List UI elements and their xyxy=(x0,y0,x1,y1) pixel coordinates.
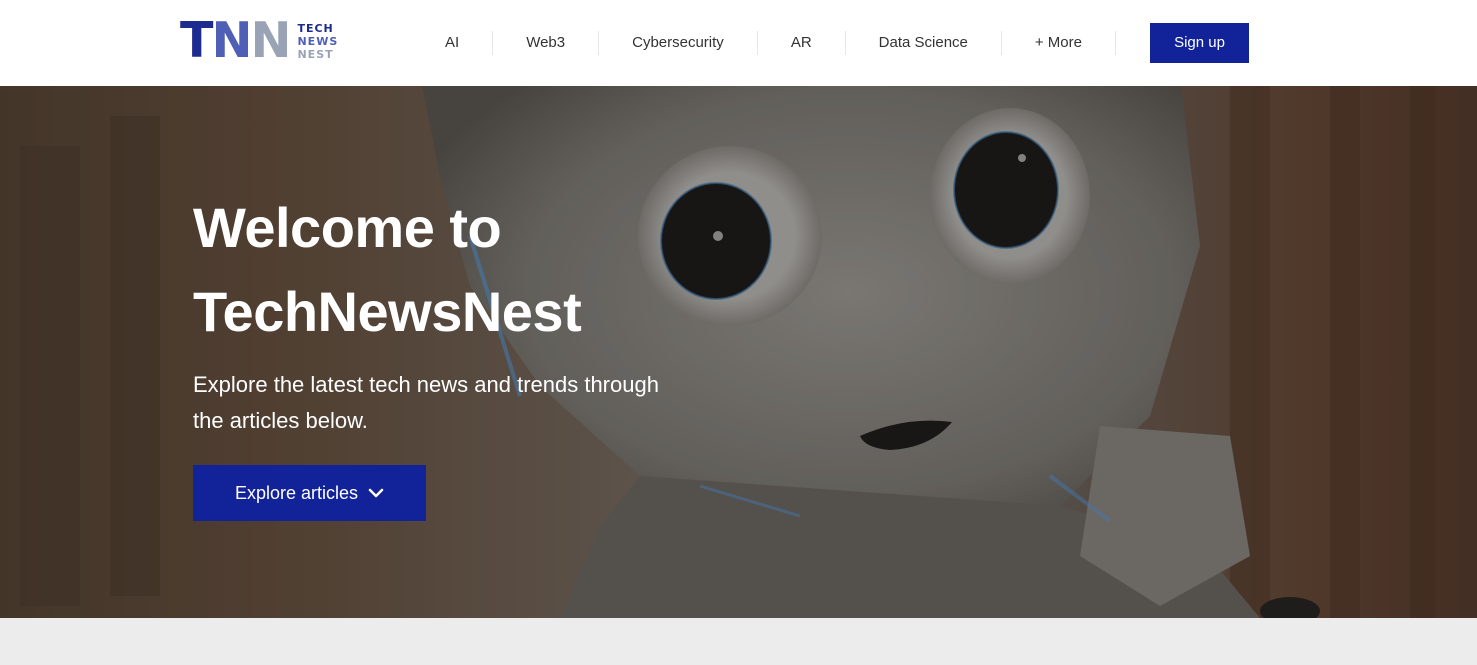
main-nav: AI Web3 Cybersecurity AR Data Science + … xyxy=(412,28,1116,58)
signup-button[interactable]: Sign up xyxy=(1150,23,1249,63)
nav-item-web3[interactable]: Web3 xyxy=(493,28,598,58)
hero-title: Welcome to TechNewsNest xyxy=(193,186,713,354)
content-area xyxy=(0,618,1477,665)
hero-subtitle-line1: Explore the latest tech news and trends … xyxy=(193,372,659,397)
hero-title-line2: TechNewsNest xyxy=(193,280,582,343)
nav-divider xyxy=(1114,31,1116,55)
logo-word-tech: TECH xyxy=(297,21,334,35)
nav-item-data-science[interactable]: Data Science xyxy=(846,28,1001,58)
chevron-down-icon xyxy=(368,488,384,498)
logo-word-nest: NEST xyxy=(297,47,334,61)
logo-letter-n1: N xyxy=(211,12,252,69)
nav-item-ar[interactable]: AR xyxy=(758,28,845,58)
nav-item-ai[interactable]: AI xyxy=(412,28,492,58)
nav-item-cybersecurity[interactable]: Cybersecurity xyxy=(599,28,757,58)
explore-articles-label: Explore articles xyxy=(234,482,359,503)
site-header: T N N TECH NEWS NEST AI Web3 Cybersecuri… xyxy=(0,0,1477,86)
logo-letter-t: T xyxy=(180,12,213,69)
hero-banner: Welcome to TechNewsNest Explore the late… xyxy=(0,86,1477,618)
hero-subtitle: Explore the latest tech news and trends … xyxy=(193,367,713,439)
hero-title-line1: Welcome to xyxy=(193,196,502,259)
nav-item-more[interactable]: + More xyxy=(1002,28,1115,58)
logo-wordmark: TECH NEWS NEST xyxy=(297,20,338,62)
explore-articles-button[interactable]: Explore articles xyxy=(193,465,426,521)
hero-subtitle-line2: the articles below. xyxy=(193,408,368,433)
logo-mark: T N N xyxy=(180,12,291,69)
logo-word-news: NEWS xyxy=(297,34,339,48)
site-logo[interactable]: T N N TECH NEWS NEST xyxy=(180,12,360,69)
logo-letter-n2: N xyxy=(250,12,291,69)
